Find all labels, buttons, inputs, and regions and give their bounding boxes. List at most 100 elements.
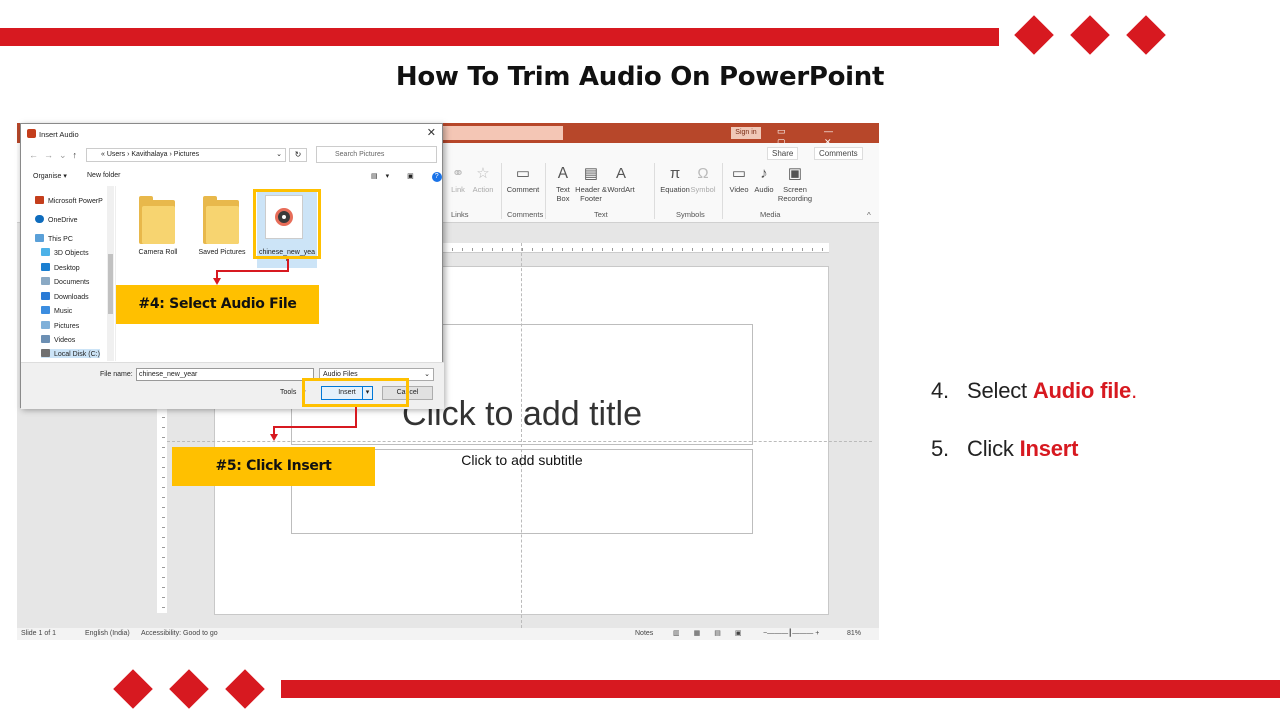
sidebar-item-music[interactable]: Music xyxy=(41,306,72,315)
action-icon: ☆ xyxy=(476,165,490,182)
link-icon: ⚭ xyxy=(451,165,465,182)
sidebar-item-onedrive[interactable]: OneDrive xyxy=(35,215,78,224)
ribbon-link[interactable]: ⚭ Link xyxy=(447,165,469,194)
new-folder-button[interactable]: New folder xyxy=(87,172,120,179)
connector-line xyxy=(273,426,275,434)
bottom-red-bar xyxy=(281,680,1280,698)
ribbon-separator xyxy=(654,163,655,219)
sidebar-item-downloads[interactable]: Downloads xyxy=(41,292,89,301)
sidebar-item-local-disk[interactable]: Local Disk (C:) xyxy=(41,349,100,358)
folder-icon[interactable] xyxy=(139,196,175,244)
sidebar-scrollbar[interactable] xyxy=(107,186,114,361)
pp-search-box[interactable] xyxy=(443,126,563,140)
slide-count: Slide 1 of 1 xyxy=(21,630,57,637)
ribbon-separator xyxy=(545,163,546,219)
ribbon-equation[interactable]: π Equation xyxy=(659,165,691,194)
powerpoint-icon xyxy=(27,129,36,138)
ribbon-audio[interactable]: ♪ Audio xyxy=(752,165,776,194)
ribbon-text-box[interactable]: Ａ Text Box xyxy=(550,165,576,203)
symbol-icon: Ω xyxy=(697,165,709,182)
view-buttons[interactable]: ▥▦▤▣ xyxy=(673,628,755,640)
connector-line xyxy=(273,426,357,428)
language-indicator[interactable]: English (India) xyxy=(85,628,130,640)
slide: How To Trim Audio On PowerPoint Sign in … xyxy=(0,0,1280,720)
folder-saved-pictures-label[interactable]: Saved Pictures xyxy=(187,249,257,256)
ribbon-wordart[interactable]: A WordArt xyxy=(606,165,636,194)
sidebar-item-desktop[interactable]: Desktop xyxy=(41,263,80,272)
insert-button-highlight xyxy=(302,378,409,407)
arrow-head xyxy=(270,434,278,441)
horizontal-guide xyxy=(167,441,872,442)
nav-arrows[interactable]: ←→⌄↑ xyxy=(29,150,83,161)
file-name-input[interactable]: chinese_new_year xyxy=(136,368,314,381)
header-footer-icon: ▤ xyxy=(583,165,599,182)
ribbon-video[interactable]: ▭ Video xyxy=(727,165,751,194)
ribbon-group-media: Media xyxy=(760,210,781,219)
comment-icon: ▭ xyxy=(515,165,531,182)
callout-select-audio: #4: Select Audio File xyxy=(116,285,319,324)
ribbon-group-symbols: Symbols xyxy=(676,210,705,219)
connector-line xyxy=(216,270,218,278)
audio-file-highlight xyxy=(253,189,321,259)
ribbon-group-links: Links xyxy=(451,210,469,219)
ribbon-header-footer[interactable]: ▤ Header & Footer xyxy=(575,165,607,203)
top-diamond-1 xyxy=(1014,15,1054,55)
top-diamond-2 xyxy=(1070,15,1110,55)
ribbon-comment[interactable]: ▭ Comment xyxy=(505,165,541,194)
callout-click-insert: #5: Click Insert xyxy=(172,447,375,486)
status-bar: Slide 1 of 1 English (India) Accessibili… xyxy=(17,628,879,640)
organise-menu[interactable]: Organise ▾ xyxy=(33,172,67,180)
sign-in-button[interactable]: Sign in xyxy=(731,127,761,139)
dialog-close-button[interactable]: ✕ xyxy=(427,126,436,139)
arrow-head xyxy=(213,278,221,285)
bottom-diamond-2 xyxy=(169,669,209,709)
ribbon-action[interactable]: ☆ Action xyxy=(471,165,495,194)
accessibility-status[interactable]: Accessibility: Good to go xyxy=(141,628,218,640)
step-item: 4. Select Audio file. xyxy=(931,378,1137,403)
navigation-pane: Microsoft PowerP OneDrive This PC 3D Obj… xyxy=(21,186,116,361)
comments-button[interactable]: Comments xyxy=(814,147,863,160)
screen-recording-icon: ▣ xyxy=(787,165,803,182)
vertical-guide xyxy=(521,243,522,628)
notes-button[interactable]: Notes xyxy=(635,628,653,640)
folder-icon[interactable] xyxy=(203,196,239,244)
text-box-icon: Ａ xyxy=(555,165,571,182)
view-options-icon[interactable]: ▤▾ ▣ ? xyxy=(371,172,442,182)
ribbon-group-text: Text xyxy=(594,210,608,219)
sidebar-item-videos[interactable]: Videos xyxy=(41,335,75,344)
bottom-diamond-3 xyxy=(225,669,265,709)
video-icon: ▭ xyxy=(731,165,747,182)
sidebar-item-pictures[interactable]: Pictures xyxy=(41,321,79,330)
step-item: 5. Click Insert xyxy=(931,436,1079,461)
address-bar[interactable]: « Users › Kavithalaya › Pictures ⌄ xyxy=(86,148,286,162)
ribbon-screen-recording[interactable]: ▣ Screen Recording xyxy=(777,165,813,203)
scrollbar-thumb[interactable] xyxy=(108,254,113,314)
audio-icon: ♪ xyxy=(760,165,768,182)
collapse-ribbon-icon[interactable]: ^ xyxy=(867,211,871,220)
chevron-down-icon[interactable]: ⌄ xyxy=(276,149,282,161)
connector-line xyxy=(355,407,357,427)
sidebar-item-documents[interactable]: Documents xyxy=(41,277,89,286)
insert-audio-dialog: Insert Audio ✕ ←→⌄↑ « Users › Kavithalay… xyxy=(20,123,444,409)
zoom-slider[interactable]: −———┃——— + xyxy=(763,628,819,640)
share-button[interactable]: Share xyxy=(767,147,799,160)
folder-camera-roll-label[interactable]: Camera Roll xyxy=(123,249,193,256)
ribbon-separator xyxy=(722,163,723,219)
search-input[interactable]: Search Pictures xyxy=(316,146,437,163)
equation-icon: π xyxy=(669,165,681,182)
chevron-down-icon: ⌄ xyxy=(424,371,430,378)
ribbon-separator xyxy=(501,163,502,219)
refresh-button[interactable]: ↻ xyxy=(289,148,307,162)
sidebar-item-3d-objects[interactable]: 3D Objects xyxy=(41,248,89,257)
sidebar-item-powerpoint[interactable]: Microsoft PowerP xyxy=(35,196,103,205)
ribbon-symbol[interactable]: Ω Symbol xyxy=(689,165,717,194)
wordart-icon: A xyxy=(615,165,626,182)
file-name-label: File name: xyxy=(100,371,133,378)
top-red-bar xyxy=(0,28,999,46)
zoom-level[interactable]: 81% xyxy=(847,628,861,640)
dialog-title: Insert Audio xyxy=(27,129,79,139)
ribbon-group-comments: Comments xyxy=(507,210,544,219)
sidebar-item-this-pc[interactable]: This PC xyxy=(35,234,73,243)
connector-line xyxy=(216,270,289,272)
slide-title: How To Trim Audio On PowerPoint xyxy=(395,62,885,92)
